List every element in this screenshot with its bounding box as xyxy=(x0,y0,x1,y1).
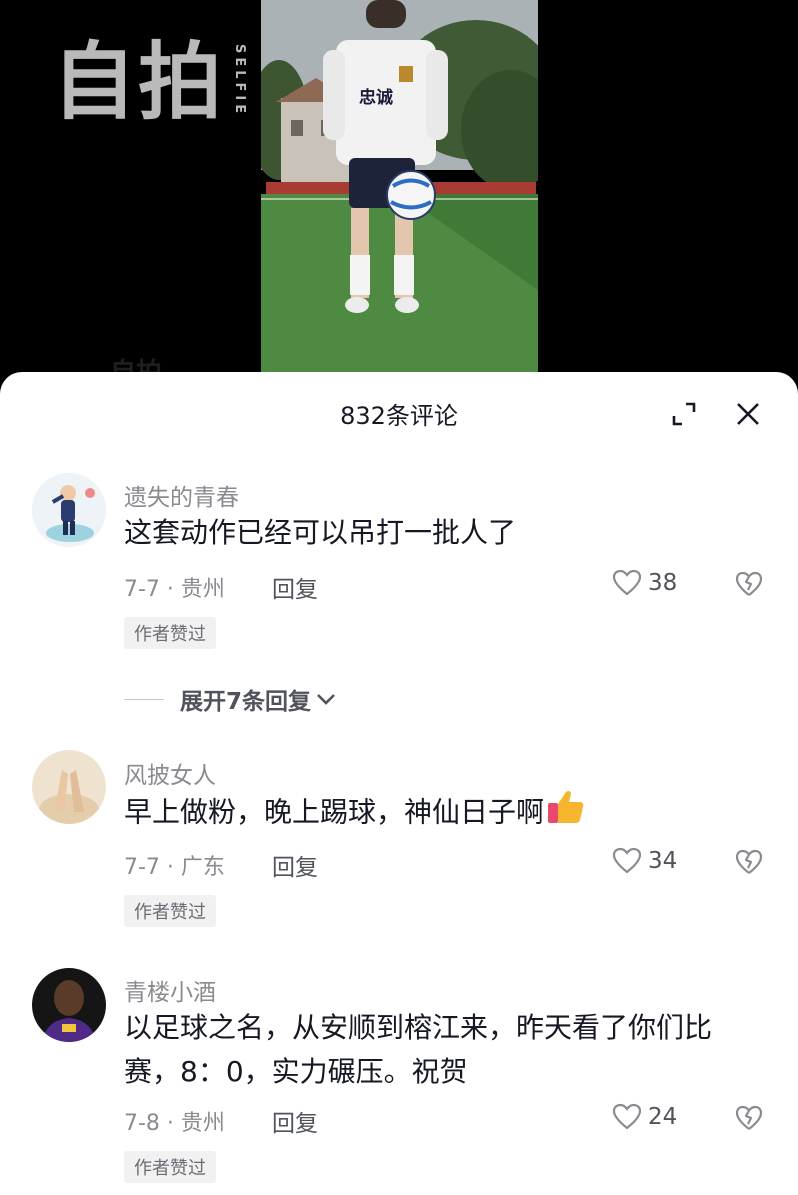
chevron-down-icon xyxy=(317,694,335,705)
broken-heart-icon xyxy=(735,849,763,874)
expand-replies-label: 展开7条回复 xyxy=(180,689,312,715)
divider xyxy=(124,698,164,700)
close-button[interactable] xyxy=(728,394,768,434)
dislike-button[interactable] xyxy=(735,849,763,879)
avatar[interactable] xyxy=(32,968,106,1042)
dislike-button[interactable] xyxy=(735,571,763,601)
expand-icon xyxy=(672,402,696,426)
author-liked-badge: 作者赞过 xyxy=(124,1151,216,1183)
avatar[interactable] xyxy=(32,750,106,824)
like-button[interactable]: 34 xyxy=(612,847,677,875)
heart-icon xyxy=(612,847,642,874)
watermark-main-text: 自拍 xyxy=(52,33,225,131)
reply-button[interactable]: 回复 xyxy=(272,848,318,882)
reply-button[interactable]: 回复 xyxy=(272,570,318,604)
comment-text: 早上做粉，晚上踢球，神仙日子啊 xyxy=(124,789,764,838)
jersey-text: 忠诚 xyxy=(359,87,393,108)
comment-username[interactable]: 遗失的青春 xyxy=(124,478,239,512)
thumbs-up-icon xyxy=(546,789,586,838)
watermark-side-text: SELFIE xyxy=(232,44,248,118)
broken-heart-icon xyxy=(735,571,763,596)
close-icon xyxy=(737,403,759,425)
comment-username[interactable]: 风披女人 xyxy=(124,756,216,790)
expand-button[interactable] xyxy=(664,394,704,434)
selfie-watermark: 自拍 SELFIE xyxy=(52,40,247,124)
comments-sheet: 832条评论 遗失的青春 这套动作已经可以吊打一批人了 7-7 · 贵州 回复 … xyxy=(0,372,798,1195)
dislike-button[interactable] xyxy=(735,1105,763,1135)
comment-text: 以足球之名，从安顺到榕江来，昨天看了你们比赛，8：0，实力碾压。祝贺 xyxy=(124,1011,713,1088)
like-count: 38 xyxy=(648,570,678,596)
like-button[interactable]: 24 xyxy=(612,1103,677,1131)
reply-button[interactable]: 回复 xyxy=(272,1104,318,1138)
avatar[interactable] xyxy=(32,473,106,547)
heart-icon xyxy=(612,1103,642,1130)
expand-replies-button[interactable]: 展开7条回复 xyxy=(124,682,337,716)
comment-meta: 7-7 · 贵州 xyxy=(124,577,225,602)
comment-meta: 7-7 · 广东 xyxy=(124,855,225,880)
author-liked-badge: 作者赞过 xyxy=(124,895,216,927)
video-player[interactable]: 自拍 SELFIE 自拍 忠诚 xyxy=(0,0,798,400)
author-liked-badge: 作者赞过 xyxy=(124,617,216,649)
video-frame: 忠诚 xyxy=(261,0,538,400)
like-count: 34 xyxy=(648,848,678,874)
comments-header: 832条评论 xyxy=(0,372,798,456)
like-button[interactable]: 38 xyxy=(612,569,677,597)
broken-heart-icon xyxy=(735,1105,763,1130)
like-count: 24 xyxy=(648,1104,678,1130)
comment-text-content: 早上做粉，晚上踢球，神仙日子啊 xyxy=(124,795,545,829)
comment-meta: 7-8 · 贵州 xyxy=(124,1111,225,1136)
comment-username[interactable]: 青楼小酒 xyxy=(124,973,216,1007)
heart-icon xyxy=(612,569,642,596)
comment-text: 这套动作已经可以吊打一批人了 xyxy=(124,516,517,549)
